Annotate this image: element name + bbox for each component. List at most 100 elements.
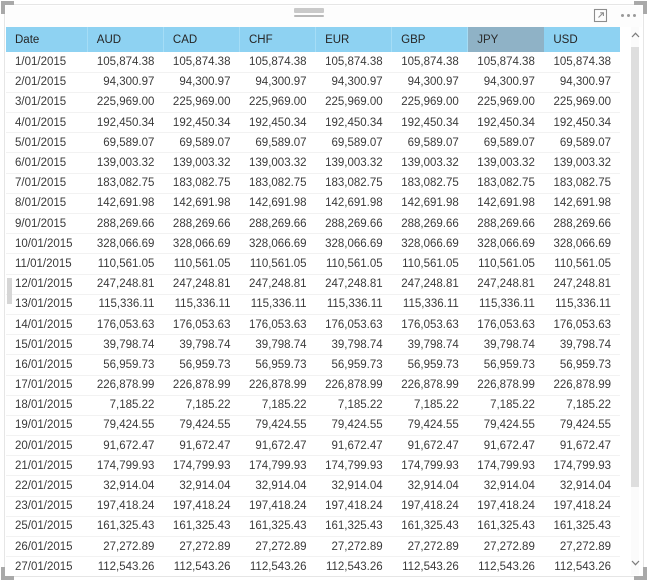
- cell-usd[interactable]: 7,185.22: [543, 395, 620, 416]
- cell-chf[interactable]: 115,336.11: [239, 294, 316, 315]
- cell-usd[interactable]: 39,798.74: [543, 334, 620, 356]
- cell-usd[interactable]: 288,269.66: [543, 213, 620, 235]
- cell-date[interactable]: 7/01/2015: [6, 173, 88, 194]
- cell-cad[interactable]: 32,914.04: [163, 475, 240, 497]
- cell-cad[interactable]: 110,561.05: [163, 253, 240, 275]
- cell-jpy[interactable]: 7,185.22: [467, 395, 544, 416]
- cell-date[interactable]: 22/01/2015: [6, 475, 88, 497]
- cell-date[interactable]: 2/01/2015: [6, 72, 88, 93]
- cell-gbp[interactable]: 115,336.11: [391, 294, 468, 315]
- cell-jpy[interactable]: 94,300.97: [467, 72, 544, 93]
- cell-usd[interactable]: 94,300.97: [543, 72, 620, 93]
- cell-eur[interactable]: 105,874.38: [315, 52, 392, 73]
- table-row[interactable]: 27/01/2015 112,543.26 112,543.26 112,543.26…: [6, 556, 620, 575]
- cell-date[interactable]: 17/01/2015: [6, 375, 88, 396]
- cell-eur[interactable]: 226,878.99: [315, 375, 392, 396]
- cell-aud[interactable]: 112,543.26: [87, 556, 164, 575]
- cell-aud[interactable]: 39,798.74: [87, 334, 164, 356]
- column-header-usd[interactable]: USD: [543, 27, 620, 52]
- cell-cad[interactable]: 176,053.63: [163, 314, 240, 336]
- table-row[interactable]: 13/01/2015 115,336.11 115,336.11 115,336.11…: [6, 294, 620, 315]
- cell-chf[interactable]: 192,450.34: [239, 112, 316, 134]
- cell-aud[interactable]: 247,248.81: [87, 274, 164, 295]
- cell-gbp[interactable]: 112,543.26: [391, 556, 468, 575]
- cell-jpy[interactable]: 110,561.05: [467, 253, 544, 275]
- cell-cad[interactable]: 27,272.89: [163, 536, 240, 558]
- cell-aud[interactable]: 27,272.89: [87, 536, 164, 558]
- cell-jpy[interactable]: 91,672.47: [467, 435, 544, 457]
- table-row[interactable]: 10/01/2015 328,066.69 328,066.69 328,066.69…: [6, 233, 620, 255]
- cell-eur[interactable]: 69,589.07: [315, 132, 392, 154]
- cell-aud[interactable]: 91,672.47: [87, 435, 164, 457]
- cell-chf[interactable]: 56,959.73: [239, 354, 316, 376]
- cell-eur[interactable]: 94,300.97: [315, 72, 392, 93]
- cell-gbp[interactable]: 247,248.81: [391, 274, 468, 295]
- cell-usd[interactable]: 247,248.81: [543, 274, 620, 295]
- cell-aud[interactable]: 174,799.93: [87, 455, 164, 477]
- cell-chf[interactable]: 174,799.93: [239, 455, 316, 477]
- table-row[interactable]: 17/01/2015 226,878.99 226,878.99 226,878.99…: [6, 375, 620, 396]
- cell-aud[interactable]: 142,691.98: [87, 193, 164, 215]
- cell-eur[interactable]: 56,959.73: [315, 354, 392, 376]
- cell-chf[interactable]: 7,185.22: [239, 395, 316, 416]
- vertical-scrollbar[interactable]: [628, 27, 642, 575]
- cell-aud[interactable]: 32,914.04: [87, 475, 164, 497]
- table-row[interactable]: 6/01/2015 139,003.32 139,003.32 139,003.32 1…: [6, 152, 620, 174]
- cell-gbp[interactable]: 56,959.73: [391, 354, 468, 376]
- cell-jpy[interactable]: 115,336.11: [467, 294, 544, 315]
- cell-eur[interactable]: 161,325.43: [315, 516, 392, 538]
- cell-cad[interactable]: 39,798.74: [163, 334, 240, 356]
- cell-gbp[interactable]: 94,300.97: [391, 72, 468, 93]
- cell-eur[interactable]: 79,424.55: [315, 415, 392, 437]
- table-row[interactable]: 1/01/2015 105,874.38 105,874.38 105,874.38 1…: [6, 52, 620, 73]
- cell-usd[interactable]: 56,959.73: [543, 354, 620, 376]
- cell-aud[interactable]: 176,053.63: [87, 314, 164, 336]
- cell-eur[interactable]: 192,450.34: [315, 112, 392, 134]
- cell-cad[interactable]: 142,691.98: [163, 193, 240, 215]
- table-row[interactable]: 12/01/2015 247,248.81 247,248.81 247,248.81…: [6, 274, 620, 295]
- cell-jpy[interactable]: 139,003.32: [467, 152, 544, 174]
- table-row[interactable]: 3/01/2015 225,969.00 225,969.00 225,969.00 2…: [6, 92, 620, 114]
- table-visual-container[interactable]: Date AUD CAD CHF EUR GBP JPY USD 1/01/2015 105,8…: [6, 6, 642, 575]
- cell-jpy[interactable]: 79,424.55: [467, 415, 544, 437]
- resize-handle-bottom-right[interactable]: [634, 567, 647, 580]
- cell-aud[interactable]: 105,874.38: [87, 52, 164, 73]
- cell-aud[interactable]: 225,969.00: [87, 92, 164, 114]
- table-row[interactable]: 5/01/2015 69,589.07 69,589.07 69,589.07 69,5…: [6, 132, 620, 154]
- table-row[interactable]: 8/01/2015 142,691.98 142,691.98 142,691.98 1…: [6, 193, 620, 215]
- cell-jpy[interactable]: 105,874.38: [467, 52, 544, 73]
- cell-aud[interactable]: 192,450.34: [87, 112, 164, 134]
- cell-gbp[interactable]: 192,450.34: [391, 112, 468, 134]
- cell-eur[interactable]: 115,336.11: [315, 294, 392, 315]
- table-row[interactable]: 7/01/2015 183,082.75 183,082.75 183,082.75 1…: [6, 173, 620, 194]
- cell-cad[interactable]: 112,543.26: [163, 556, 240, 575]
- cell-chf[interactable]: 32,914.04: [239, 475, 316, 497]
- table-row[interactable]: 16/01/2015 56,959.73 56,959.73 56,959.73 56,…: [6, 354, 620, 376]
- cell-gbp[interactable]: 328,066.69: [391, 233, 468, 255]
- cell-eur[interactable]: 288,269.66: [315, 213, 392, 235]
- cell-gbp[interactable]: 197,418.24: [391, 496, 468, 517]
- cell-date[interactable]: 23/01/2015: [6, 496, 88, 517]
- cell-usd[interactable]: 142,691.98: [543, 193, 620, 215]
- cell-usd[interactable]: 91,672.47: [543, 435, 620, 457]
- column-header-aud[interactable]: AUD: [87, 27, 164, 52]
- cell-eur[interactable]: 139,003.32: [315, 152, 392, 174]
- cell-eur[interactable]: 176,053.63: [315, 314, 392, 336]
- cell-aud[interactable]: 56,959.73: [87, 354, 164, 376]
- cell-jpy[interactable]: 176,053.63: [467, 314, 544, 336]
- cell-usd[interactable]: 105,874.38: [543, 52, 620, 73]
- cell-jpy[interactable]: 161,325.43: [467, 516, 544, 538]
- cell-gbp[interactable]: 91,672.47: [391, 435, 468, 457]
- cell-gbp[interactable]: 32,914.04: [391, 475, 468, 497]
- cell-eur[interactable]: 39,798.74: [315, 334, 392, 356]
- cell-date[interactable]: 14/01/2015: [6, 314, 88, 336]
- column-header-eur[interactable]: EUR: [315, 27, 393, 52]
- cell-gbp[interactable]: 7,185.22: [391, 395, 468, 416]
- cell-eur[interactable]: 247,248.81: [315, 274, 392, 295]
- table-row[interactable]: 19/01/2015 79,424.55 79,424.55 79,424.55 79,…: [6, 415, 620, 437]
- cell-usd[interactable]: 110,561.05: [543, 253, 620, 275]
- table-row[interactable]: 26/01/2015 27,272.89 27,272.89 27,272.89 27,…: [6, 536, 620, 558]
- cell-eur[interactable]: 110,561.05: [315, 253, 392, 275]
- table-row[interactable]: 22/01/2015 32,914.04 32,914.04 32,914.04 32,…: [6, 475, 620, 497]
- column-header-cad[interactable]: CAD: [163, 27, 240, 52]
